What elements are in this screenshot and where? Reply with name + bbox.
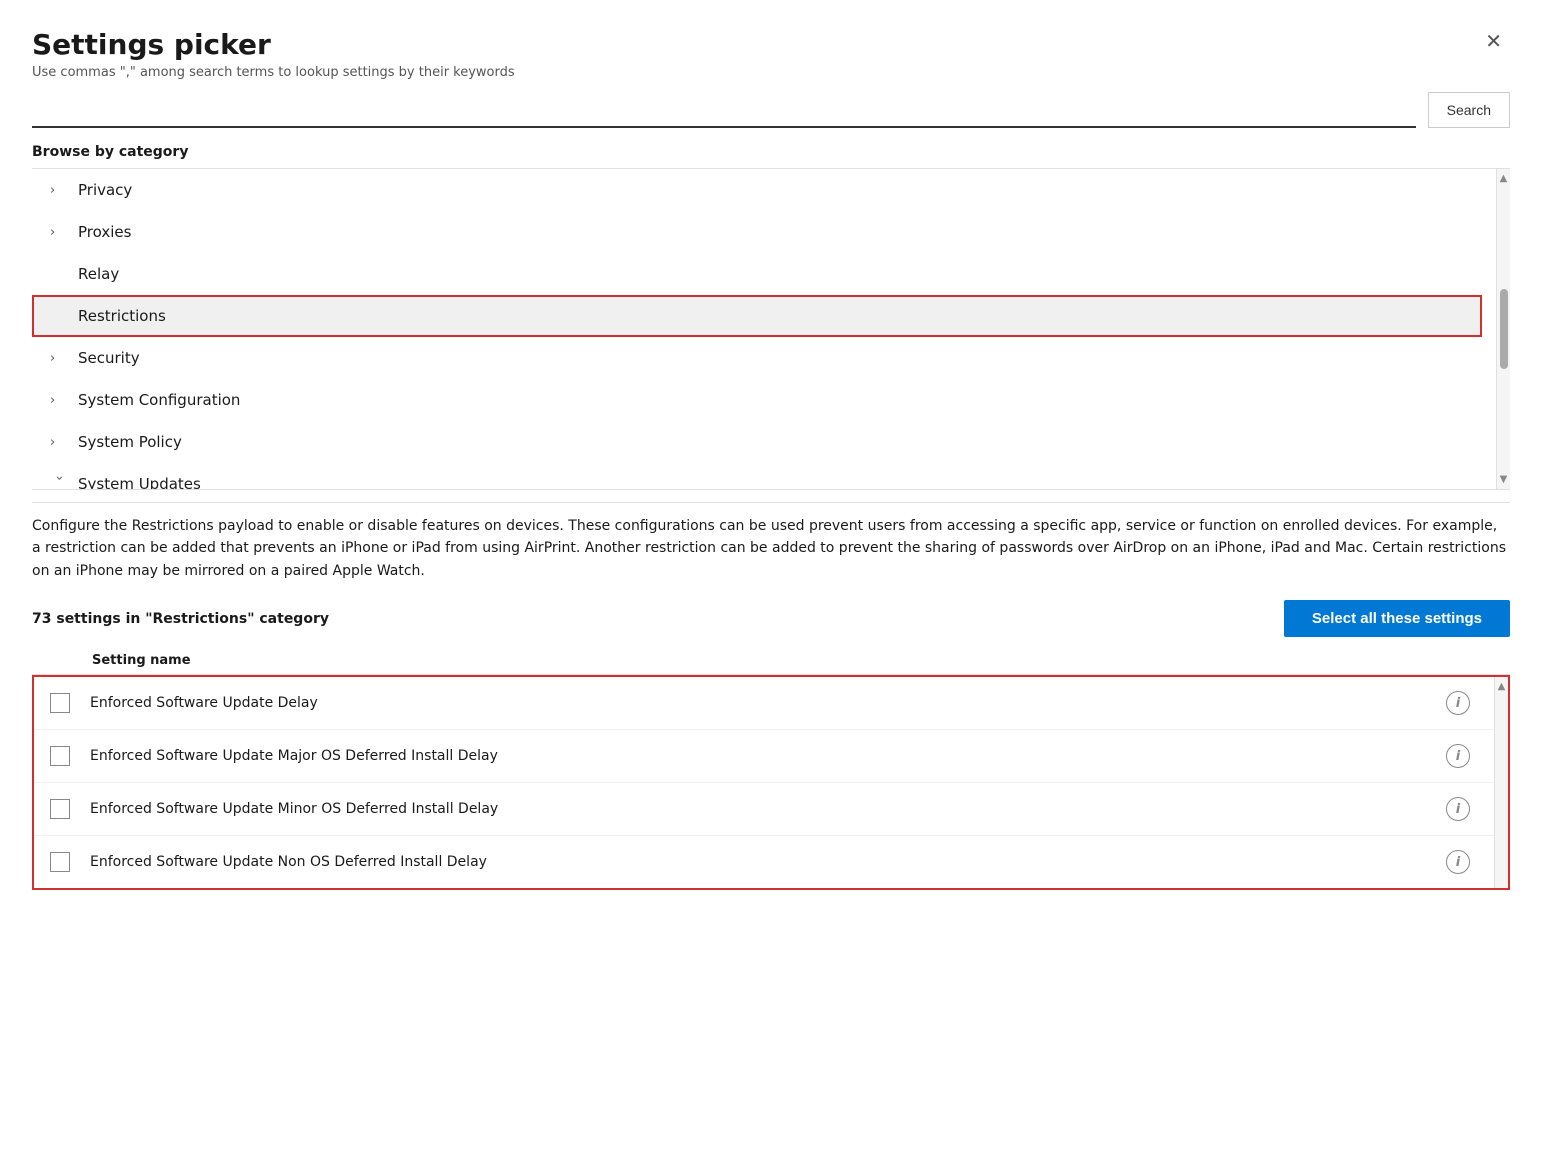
dialog-header: Settings picker ✕ xyxy=(32,28,1510,61)
sidebar-item-restrictions[interactable]: Restrictions xyxy=(32,295,1482,337)
sidebar-item-proxies[interactable]: › Proxies xyxy=(32,211,1482,253)
info-icon-s3[interactable]: i xyxy=(1446,797,1470,821)
chevron-right-icon: › xyxy=(50,435,68,450)
close-button[interactable]: ✕ xyxy=(1477,28,1510,56)
settings-list: Enforced Software Update Delay i Enforce… xyxy=(32,675,1510,890)
sidebar-item-label: System Updates xyxy=(78,475,201,489)
setting-checkbox-s3[interactable] xyxy=(50,799,70,819)
sidebar-item-system-configuration[interactable]: › System Configuration xyxy=(32,379,1482,421)
sidebar-item-label: System Policy xyxy=(78,433,182,451)
search-row: Search xyxy=(32,92,1510,128)
table-row: Enforced Software Update Non OS Deferred… xyxy=(34,836,1494,888)
setting-name-s2: Enforced Software Update Major OS Deferr… xyxy=(90,748,1446,764)
browse-category-label: Browse by category xyxy=(32,144,1510,160)
search-input[interactable] xyxy=(32,92,1416,128)
setting-name-s1: Enforced Software Update Delay xyxy=(90,695,1446,711)
setting-name-s4: Enforced Software Update Non OS Deferred… xyxy=(90,854,1446,870)
setting-checkbox-s2[interactable] xyxy=(50,746,70,766)
chevron-right-icon: › xyxy=(50,393,68,408)
sidebar-item-security[interactable]: › Security xyxy=(32,337,1482,379)
list-scroll-up-arrow[interactable]: ▲ xyxy=(1496,679,1508,694)
settings-scrollbar: ▲ xyxy=(1494,677,1508,888)
settings-table-header: Setting name xyxy=(32,647,1510,675)
scroll-down-arrow[interactable]: ▼ xyxy=(1498,472,1510,487)
sidebar-item-label: Proxies xyxy=(78,223,131,241)
setting-name-column-header: Setting name xyxy=(92,653,191,668)
scroll-up-arrow[interactable]: ▲ xyxy=(1498,171,1510,186)
info-icon-s2[interactable]: i xyxy=(1446,744,1470,768)
table-row: Enforced Software Update Major OS Deferr… xyxy=(34,730,1494,783)
category-list-inner: › Privacy › Proxies Relay Restrictions xyxy=(32,169,1482,489)
settings-rows: Enforced Software Update Delay i Enforce… xyxy=(34,677,1494,888)
chevron-right-icon: › xyxy=(50,225,68,240)
info-icon-s4[interactable]: i xyxy=(1446,850,1470,874)
category-list-container: › Privacy › Proxies Relay Restrictions xyxy=(32,168,1510,490)
sidebar-item-system-policy[interactable]: › System Policy xyxy=(32,421,1482,463)
category-scrollbar: ▲ ▼ xyxy=(1496,169,1510,489)
chevron-right-icon: › xyxy=(50,351,68,366)
chevron-down-icon: › xyxy=(52,475,67,489)
settings-picker-dialog: Settings picker ✕ Use commas "," among s… xyxy=(0,0,1542,1172)
dialog-subtitle: Use commas "," among search terms to loo… xyxy=(32,65,1510,80)
setting-checkbox-s1[interactable] xyxy=(50,693,70,713)
info-icon-s1[interactable]: i xyxy=(1446,691,1470,715)
dialog-title: Settings picker xyxy=(32,28,271,61)
sidebar-item-label: Restrictions xyxy=(78,307,166,325)
settings-count-label: 73 settings in "Restrictions" category xyxy=(32,611,329,627)
category-description: Configure the Restrictions payload to en… xyxy=(32,515,1510,582)
table-row: Enforced Software Update Delay i xyxy=(34,677,1494,730)
settings-header-row: 73 settings in "Restrictions" category S… xyxy=(32,600,1510,637)
sidebar-item-privacy[interactable]: › Privacy xyxy=(32,169,1482,211)
sidebar-item-system-updates[interactable]: › System Updates xyxy=(32,463,1482,489)
table-row: Enforced Software Update Minor OS Deferr… xyxy=(34,783,1494,836)
select-all-button[interactable]: Select all these settings xyxy=(1284,600,1510,637)
sidebar-item-relay[interactable]: Relay xyxy=(32,253,1482,295)
sidebar-item-label: Security xyxy=(78,349,140,367)
sidebar-item-label: Privacy xyxy=(78,181,132,199)
scroll-thumb[interactable] xyxy=(1500,289,1508,369)
sidebar-item-label: System Configuration xyxy=(78,391,240,409)
setting-name-s3: Enforced Software Update Minor OS Deferr… xyxy=(90,801,1446,817)
search-button[interactable]: Search xyxy=(1428,92,1510,128)
setting-checkbox-s4[interactable] xyxy=(50,852,70,872)
sidebar-item-label: Relay xyxy=(78,265,119,283)
section-divider xyxy=(32,502,1510,503)
category-list: › Privacy › Proxies Relay Restrictions xyxy=(32,169,1496,489)
chevron-right-icon: › xyxy=(50,183,68,198)
